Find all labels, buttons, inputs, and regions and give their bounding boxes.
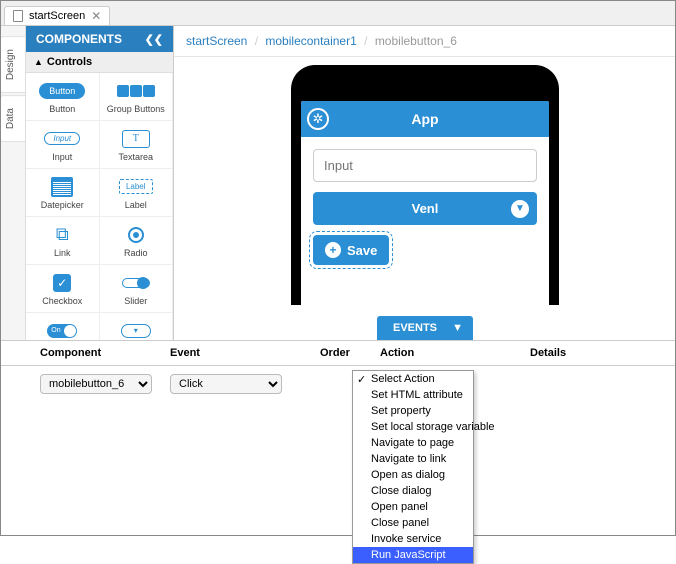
action-menu-item[interactable]: Navigate to page xyxy=(353,435,473,451)
mobile-button-save[interactable]: + Save xyxy=(313,235,389,265)
component-grid: Button Button Group Buttons Input Input … xyxy=(26,73,173,340)
action-dropdown-menu[interactable]: Select ActionSet HTML attributeSet prope… xyxy=(352,370,474,564)
device-preview: ✲ App Venl ▼ + Save xyxy=(174,57,676,340)
group-buttons-icon xyxy=(117,85,155,97)
component-toggle[interactable]: On Toggle xyxy=(26,313,100,340)
canvas-area: startScreen / mobilecontainer1 / mobileb… xyxy=(174,26,676,340)
form-area: Venl ▼ + Save xyxy=(301,137,549,277)
action-menu-item[interactable]: Navigate to link xyxy=(353,451,473,467)
events-tab-wrap: EVENTS ▼ xyxy=(377,316,473,340)
label-icon: Label xyxy=(119,179,153,194)
component-checkbox[interactable]: ✓ Checkbox xyxy=(26,265,100,313)
component-label: Input xyxy=(52,152,72,162)
breadcrumb-mobilecontainer1[interactable]: mobilecontainer1 xyxy=(265,34,356,48)
event-select[interactable]: Click xyxy=(170,374,282,394)
main-row: Design Data COMPONENTS ❮❮ ▲ Controls But… xyxy=(0,26,676,341)
file-tab-startscreen[interactable]: startScreen ✕ xyxy=(4,6,110,25)
component-label: Radio xyxy=(124,248,148,258)
component-button[interactable]: Button Button xyxy=(26,73,100,121)
header-action: Action xyxy=(380,347,530,359)
breadcrumb-sep: / xyxy=(364,34,367,48)
link-icon: ⧉ xyxy=(56,224,69,245)
action-menu-item[interactable]: Set property xyxy=(353,403,473,419)
slider-icon xyxy=(122,278,150,288)
radio-icon xyxy=(128,227,144,243)
breadcrumb-sep: / xyxy=(255,34,258,48)
mobile-button-venl[interactable]: Venl ▼ xyxy=(313,192,537,225)
phone-frame: ✲ App Venl ▼ + Save xyxy=(291,65,559,305)
action-menu-item[interactable]: Open as dialog xyxy=(353,467,473,483)
close-icon[interactable]: ✕ xyxy=(91,10,101,22)
button-label: Venl xyxy=(412,201,439,216)
expand-icon: ▼ xyxy=(452,322,463,334)
events-grid-headers: Component Event Order Action Details xyxy=(0,341,676,366)
phone-screen: ✲ App Venl ▼ + Save xyxy=(301,101,549,305)
app-title: App xyxy=(301,111,549,127)
palette-title: COMPONENTS xyxy=(36,32,122,46)
caret-icon: ▲ xyxy=(34,57,43,67)
tab-design[interactable]: Design xyxy=(0,36,25,93)
header-order: Order xyxy=(320,347,380,359)
action-menu-item[interactable]: Invoke service xyxy=(353,531,473,547)
component-textarea[interactable]: T Textarea xyxy=(100,121,174,169)
palette-header: COMPONENTS ❮❮ xyxy=(26,26,173,52)
calendar-icon xyxy=(51,177,73,197)
component-label[interactable]: Label Label xyxy=(100,169,174,217)
input-icon: Input xyxy=(44,132,80,145)
component-radio[interactable]: Radio xyxy=(100,217,174,265)
action-menu-item[interactable]: Open panel xyxy=(353,499,473,515)
plus-icon: + xyxy=(325,242,341,258)
component-group-buttons[interactable]: Group Buttons xyxy=(100,73,174,121)
app-bar: ✲ App xyxy=(301,101,549,137)
select-icon: ▾ xyxy=(121,324,151,338)
tab-data[interactable]: Data xyxy=(0,95,25,142)
component-label: Link xyxy=(54,248,71,258)
section-label: Controls xyxy=(47,56,92,68)
action-menu-item[interactable]: Select Action xyxy=(353,371,473,387)
action-menu-item[interactable]: Run JavaScript xyxy=(353,547,473,563)
document-icon xyxy=(13,10,23,22)
textarea-icon: T xyxy=(122,130,150,148)
component-link[interactable]: ⧉ Link xyxy=(26,217,100,265)
collapse-icon[interactable]: ❮❮ xyxy=(145,33,163,46)
gear-icon[interactable]: ✲ xyxy=(307,108,329,130)
events-grid-row: mobilebutton_6 Click xyxy=(0,366,676,402)
breadcrumb: startScreen / mobilecontainer1 / mobileb… xyxy=(174,26,676,57)
header-component: Component xyxy=(40,347,170,359)
component-label: Textarea xyxy=(118,152,153,162)
action-menu-item[interactable]: Set local storage variable xyxy=(353,419,473,435)
events-label: EVENTS xyxy=(393,322,437,334)
breadcrumb-current: mobilebutton_6 xyxy=(375,34,457,48)
action-menu-item[interactable]: Set HTML attribute xyxy=(353,387,473,403)
mobile-input[interactable] xyxy=(313,149,537,182)
component-label: Group Buttons xyxy=(107,104,165,114)
components-palette: COMPONENTS ❮❮ ▲ Controls Button Button G… xyxy=(26,26,174,340)
file-tab-label: startScreen xyxy=(29,10,85,22)
header-details: Details xyxy=(530,347,664,359)
component-label: Button xyxy=(49,104,75,114)
action-menu-item[interactable]: Close dialog xyxy=(353,483,473,499)
component-label: Datepicker xyxy=(41,200,84,210)
component-datepicker[interactable]: Datepicker xyxy=(26,169,100,217)
tab-bar: startScreen ✕ xyxy=(0,0,676,26)
checkbox-icon: ✓ xyxy=(53,274,71,292)
breadcrumb-startscreen[interactable]: startScreen xyxy=(186,34,247,48)
component-select[interactable]: ▾ Select xyxy=(100,313,174,340)
arrow-down-icon: ▼ xyxy=(511,200,529,218)
component-label: Checkbox xyxy=(42,296,82,306)
section-controls-header[interactable]: ▲ Controls xyxy=(26,52,173,73)
button-label: Save xyxy=(347,243,377,258)
component-input[interactable]: Input Input xyxy=(26,121,100,169)
header-event: Event xyxy=(170,347,320,359)
side-tabs: Design Data xyxy=(0,26,26,340)
component-slider[interactable]: Slider xyxy=(100,265,174,313)
component-select[interactable]: mobilebutton_6 xyxy=(40,374,152,394)
action-menu-item[interactable]: Close panel xyxy=(353,515,473,531)
button-icon: Button xyxy=(39,83,85,99)
events-tab[interactable]: EVENTS ▼ xyxy=(377,316,473,340)
component-label: Label xyxy=(125,200,147,210)
toggle-icon: On xyxy=(47,324,77,338)
component-label: Slider xyxy=(124,296,147,306)
